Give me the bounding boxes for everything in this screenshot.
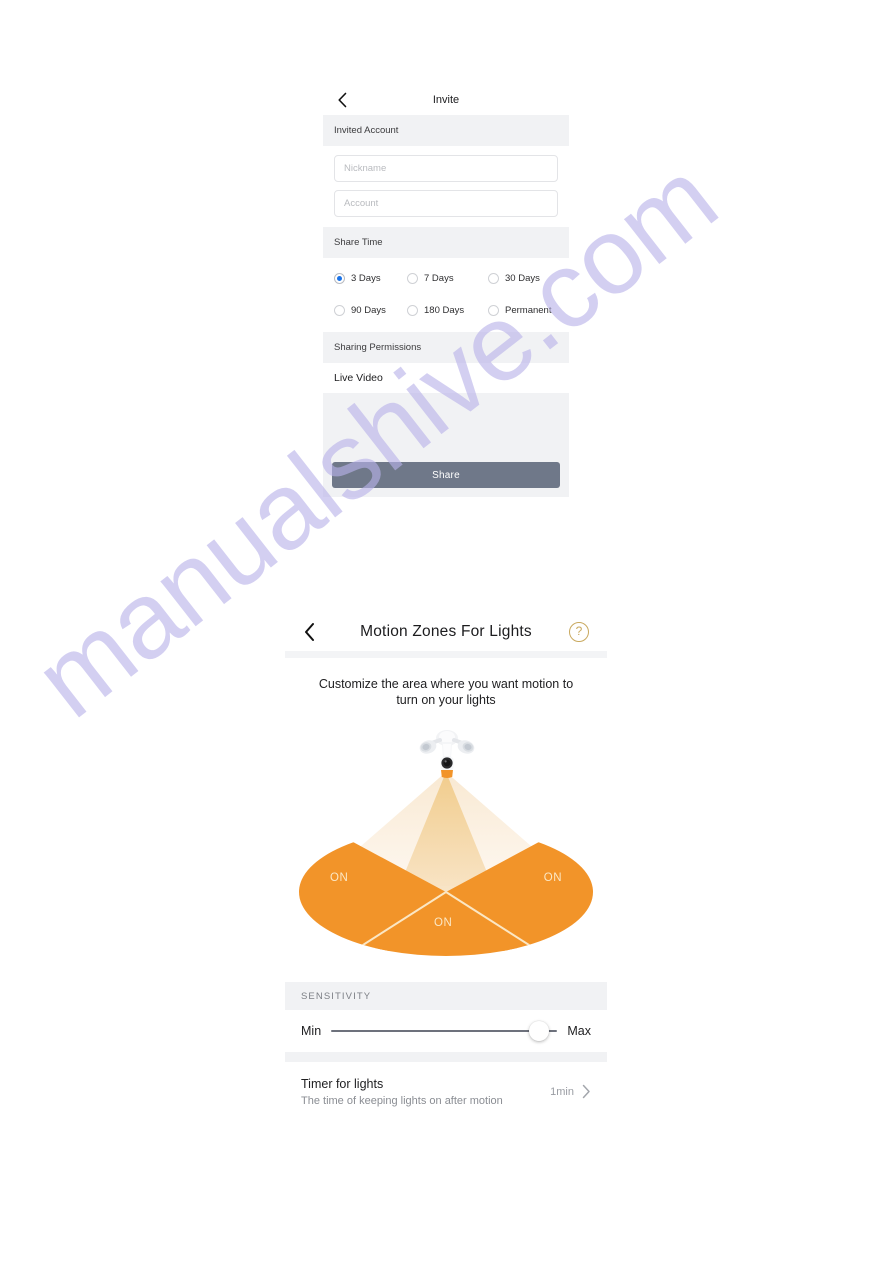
- radio-option-3-days[interactable]: 3 Days: [323, 273, 407, 284]
- timer-for-lights-row[interactable]: Timer for lights The time of keeping lig…: [285, 1061, 607, 1121]
- radio-label: 7 Days: [424, 273, 454, 284]
- radio-label: 90 Days: [351, 305, 386, 316]
- radio-label: Permanent: [505, 305, 552, 316]
- invited-account-fields: [323, 146, 569, 227]
- timer-subtitle: The time of keeping lights on after moti…: [301, 1094, 503, 1107]
- radio-indicator[interactable]: [407, 273, 418, 284]
- nickname-input[interactable]: [334, 155, 558, 182]
- radio-indicator[interactable]: [334, 273, 345, 284]
- motion-zone-diagram[interactable]: ON ON ON: [285, 714, 607, 982]
- permission-label: Live Video: [334, 372, 383, 384]
- sensitivity-slider-row: Min Max: [285, 1010, 607, 1052]
- sensitivity-header-label: SENSITIVITY: [301, 990, 372, 1002]
- invite-navbar: Invite: [323, 85, 569, 115]
- timer-title: Timer for lights: [301, 1076, 384, 1091]
- share-time-options: 3 Days 7 Days 30 Days 90 Days 180 Days P…: [323, 258, 569, 332]
- timer-value: 1min: [550, 1085, 574, 1098]
- radio-indicator[interactable]: [488, 273, 499, 284]
- slider-thumb[interactable]: [529, 1021, 550, 1041]
- sensitivity-slider[interactable]: [331, 1021, 558, 1041]
- slider-track: [331, 1030, 558, 1032]
- radio-label: 3 Days: [351, 273, 381, 284]
- section-header-label: Share Time: [334, 237, 383, 248]
- radio-option-7-days[interactable]: 7 Days: [407, 273, 488, 284]
- share-time-row-1: 3 Days 7 Days 30 Days: [323, 267, 569, 290]
- page-title: Invite: [432, 94, 460, 106]
- section-header-sharing-permissions: Sharing Permissions: [323, 332, 569, 363]
- radio-indicator[interactable]: [488, 305, 499, 316]
- section-header-label: Invited Account: [334, 125, 399, 136]
- section-header-invited-account: Invited Account: [323, 115, 569, 146]
- radio-label: 30 Days: [505, 273, 540, 284]
- question-circle-icon[interactable]: ?: [569, 621, 589, 642]
- floodlight-camera-icon: [419, 730, 475, 778]
- zone-caption: Customize the area where you want motion…: [318, 677, 574, 707]
- motion-zones-screen: Motion Zones For Lights ? Customize the …: [285, 612, 607, 1129]
- sensitivity-header: SENSITIVITY: [285, 982, 607, 1010]
- section-header-label: Sharing Permissions: [334, 342, 422, 353]
- nav-divider: [285, 651, 607, 658]
- invite-screen: Invite Invited Account Share Time 3 Days…: [323, 85, 569, 500]
- section-divider: [285, 1052, 607, 1061]
- slider-min-label: Min: [301, 1024, 322, 1038]
- section-header-share-time: Share Time: [323, 227, 569, 258]
- timer-texts: Timer for lights The time of keeping lig…: [301, 1077, 550, 1107]
- radio-option-180-days[interactable]: 180 Days: [407, 305, 488, 316]
- share-button[interactable]: Share: [332, 462, 560, 488]
- radio-indicator[interactable]: [334, 305, 345, 316]
- motion-zone-card: Customize the area where you want motion…: [285, 658, 607, 982]
- account-input[interactable]: [334, 190, 558, 217]
- chevron-left-icon[interactable]: [303, 622, 316, 642]
- chevron-left-icon[interactable]: [337, 92, 348, 108]
- slider-max-label: Max: [567, 1024, 591, 1038]
- invite-footer-area: Share: [323, 393, 569, 497]
- motion-zones-navbar: Motion Zones For Lights ?: [285, 612, 607, 651]
- chevron-right-icon[interactable]: [582, 1084, 591, 1099]
- share-time-row-2: 90 Days 180 Days Permanent: [323, 299, 569, 322]
- page-title: Motion Zones For Lights: [360, 622, 532, 640]
- radio-option-30-days[interactable]: 30 Days: [488, 273, 569, 284]
- permission-row-live-video[interactable]: Live Video: [323, 363, 569, 393]
- radio-option-90-days[interactable]: 90 Days: [323, 305, 407, 316]
- radio-label: 180 Days: [424, 305, 465, 316]
- radio-option-permanent[interactable]: Permanent: [488, 305, 569, 316]
- radio-indicator[interactable]: [407, 305, 418, 316]
